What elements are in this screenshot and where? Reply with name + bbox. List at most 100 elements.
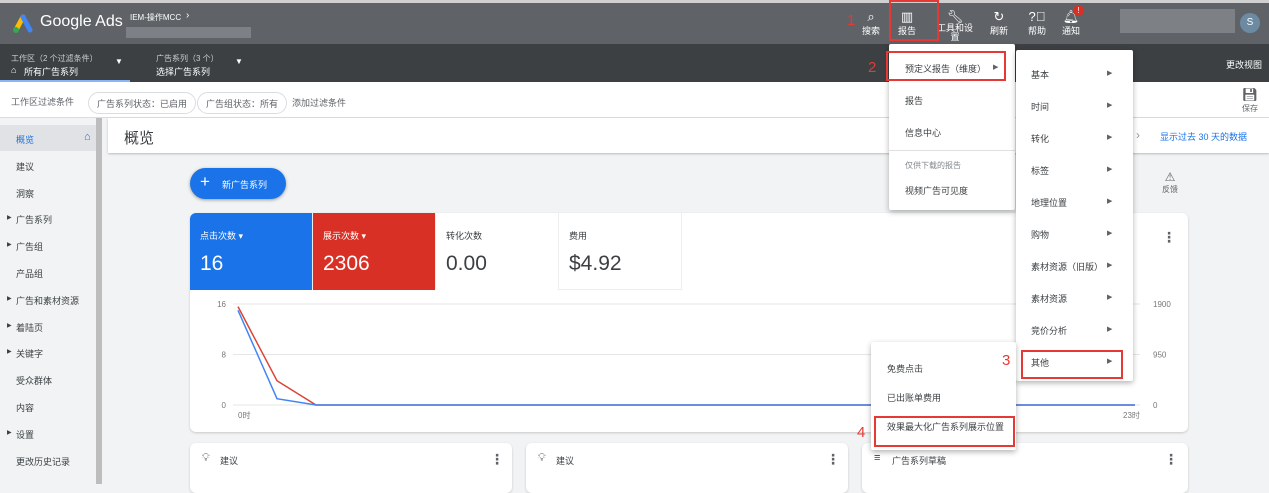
account-name[interactable]: IEM-操作MCC — [130, 12, 181, 23]
campaign-selector[interactable]: 广告系列（3 个） 选择广告系列 ▼ — [150, 44, 250, 82]
filter-chip[interactable]: 广告系列状态：已启用 — [88, 92, 197, 114]
date-range-link[interactable]: 显示过去 30 天的数据 — [1160, 130, 1247, 143]
recommendations-card: 💡︎ 建议 ⋮ — [526, 443, 848, 493]
y-tick-label: 8 — [222, 351, 227, 360]
sidebar-item[interactable]: ▶ 设置 — [0, 420, 96, 446]
metric-conversions[interactable]: 转化次数 0.00 — [436, 213, 559, 290]
caret-right-icon: ▶ — [1107, 294, 1113, 301]
menu-item[interactable]: 标签 ▶ — [1031, 164, 1131, 177]
menu-item-reports[interactable]: 报告 — [905, 94, 923, 107]
menu-item[interactable]: 时间 ▶ — [1031, 100, 1131, 113]
workspace-selector[interactable]: 工作区（2 个过滤条件） ⌂ 所有广告系列 ▼ — [0, 44, 130, 82]
menu-item[interactable]: 基本 ▶ — [1031, 68, 1131, 81]
google-ads-logo-icon — [13, 14, 33, 33]
caret-right-icon: ▶ — [1107, 102, 1113, 109]
search-button[interactable]: ⌕ 搜索 — [854, 10, 888, 37]
sidebar-item[interactable]: 内容 — [0, 393, 96, 419]
refresh-button[interactable]: ↻ 刷新 — [982, 10, 1016, 37]
annotation-box — [886, 51, 1006, 81]
drafts-icon: ≡ — [874, 452, 881, 464]
sidebar-item[interactable]: 概览 ⌂ — [0, 125, 96, 151]
sidebar-item[interactable]: 更改历史记录 — [0, 447, 96, 473]
sidebar-item[interactable]: 洞察 — [0, 179, 96, 205]
annotation-box — [1021, 350, 1123, 379]
filter-chip[interactable]: 广告组状态：所有 — [197, 92, 288, 114]
add-filter-link[interactable]: 添加过滤条件 — [292, 96, 346, 109]
dropdown-icon: ▼ — [235, 57, 243, 66]
notifications-button[interactable]: 🔔︎ 通知 — [1054, 10, 1088, 37]
sidebar-item[interactable]: ▶ 关键字 — [0, 339, 96, 365]
feedback-icon: ⚠︎ — [1164, 170, 1176, 184]
more-options-icon[interactable]: ⋮ — [826, 452, 840, 466]
tools-settings-button[interactable]: 🔧︎ 工具和设置 — [936, 10, 974, 42]
save-button[interactable]: 💾︎ 保存 — [1236, 87, 1264, 114]
menu-item[interactable]: 素材资源 ▶ — [1031, 292, 1131, 305]
expand-icon: ▶ — [7, 242, 12, 249]
save-icon: 💾︎ — [1241, 87, 1259, 102]
step-number: 3 — [1002, 352, 1011, 369]
menu-item[interactable]: 购物 ▶ — [1031, 228, 1131, 241]
menu-item-dashboards[interactable]: 信息中心 — [905, 126, 941, 139]
expand-icon: ▶ — [7, 349, 12, 356]
expand-icon: ▶ — [7, 295, 12, 302]
dropdown-icon: ▾ — [238, 231, 244, 241]
new-campaign-button[interactable]: + 新广告系列 — [190, 168, 286, 199]
dropdown-icon: ▾ — [361, 231, 367, 241]
more-options-icon[interactable]: ⋮ — [490, 452, 504, 466]
expand-icon: ▶ — [7, 215, 12, 222]
page-title: 概览 — [124, 130, 155, 147]
app-name[interactable]: Google Ads — [40, 13, 123, 31]
help-button[interactable]: ?⃝ 帮助 — [1020, 10, 1054, 37]
sidebar-item[interactable]: 产品组 — [0, 259, 96, 285]
step-number: 2 — [868, 59, 877, 76]
sidebar-item[interactable]: 建议 — [0, 152, 96, 178]
caret-right-icon: ▶ — [1107, 134, 1113, 141]
x-tick-label: 0时 — [238, 410, 250, 420]
menu-section-label: 仅供下载的报告 — [905, 161, 961, 170]
feedback-button[interactable]: ⚠︎ 反馈 — [1157, 170, 1183, 195]
y-tick-label: 0 — [222, 401, 227, 410]
more-options-icon[interactable]: ⋮ — [1162, 230, 1176, 244]
dropdown-icon: ▼ — [115, 57, 123, 66]
x-tick-label: 23时 — [1123, 410, 1140, 420]
menu-item[interactable]: 已出账单费用 — [887, 391, 941, 404]
blurred-account-id — [126, 27, 251, 38]
expand-icon: ▶ — [7, 429, 12, 436]
menu-item[interactable]: 素材资源（旧版） ▶ — [1031, 260, 1131, 273]
caret-right-icon: ▶ — [1107, 198, 1113, 205]
avatar[interactable]: S — [1240, 13, 1260, 33]
sidebar-item[interactable]: ▶ 广告组 — [0, 232, 96, 258]
expand-icon: ▶ — [7, 322, 12, 329]
search-icon: ⌕ — [867, 9, 875, 24]
menu-item[interactable]: 免费点击 — [887, 362, 923, 375]
step-number: 1 — [847, 12, 856, 29]
menu-item[interactable]: 竞价分析 ▶ — [1031, 324, 1131, 337]
metric-clicks[interactable]: 点击次数 ▾ 16 — [190, 213, 313, 290]
sidebar: 概览 ⌂ 建议 洞察 ▶ 广告系列 ▶ 广告组 产品组 ▶ 广告和素材资源 ▶ 着陆页 ▶ 关键字 受众群体内… — [0, 118, 102, 484]
sidebar-item[interactable]: ▶ 广告和素材资源 — [0, 286, 96, 312]
caret-right-icon: ▶ — [1107, 70, 1113, 77]
notification-badge: ! — [1073, 5, 1084, 16]
y2-tick-label: 1900 — [1153, 300, 1171, 309]
caret-right-icon: ▶ — [1107, 230, 1113, 237]
blurred-user-info — [1120, 9, 1235, 33]
y2-tick-label: 950 — [1153, 351, 1167, 360]
predefined-reports-menu: 基本 ▶ 时间 ▶ 转化 ▶ 标签 ▶ 地理位置 ▶ 购物 ▶ 素材资源（旧版） ▶ 素材资源 ▶ 竞价分析 ▶ 其… — [1016, 50, 1133, 381]
menu-item[interactable]: 转化 ▶ — [1031, 132, 1131, 145]
top-bar: Google Ads IEM-操作MCC › ⌕ 搜索 ▥ 报告 🔧︎ 工具和设置 ↻… — [0, 0, 1269, 44]
more-options-icon[interactable]: ⋮ — [1164, 452, 1178, 466]
sidebar-item[interactable]: ▶ 广告系列 — [0, 205, 96, 231]
y-tick-label: 16 — [217, 300, 226, 309]
sidebar-item[interactable]: 受众群体 — [0, 366, 96, 392]
sidebar-item[interactable]: ▶ 着陆页 — [0, 313, 96, 339]
menu-item[interactable]: 地理位置 ▶ — [1031, 196, 1131, 209]
caret-right-icon: ▶ — [1107, 166, 1113, 173]
plus-icon: + — [200, 172, 210, 191]
recommendations-card: 💡︎ 建议 ⋮ — [190, 443, 512, 493]
lightbulb-icon: 💡︎ — [538, 452, 546, 464]
metric-impressions[interactable]: 展示次数 ▾ 2306 — [313, 213, 436, 290]
metric-cost[interactable]: 费用 $4.92 — [559, 213, 682, 290]
lightbulb-icon: 💡︎ — [202, 452, 210, 464]
change-view-link[interactable]: 更改视图 — [1226, 58, 1262, 71]
menu-item-video-viewability[interactable]: 视频广告可见度 — [905, 184, 968, 197]
